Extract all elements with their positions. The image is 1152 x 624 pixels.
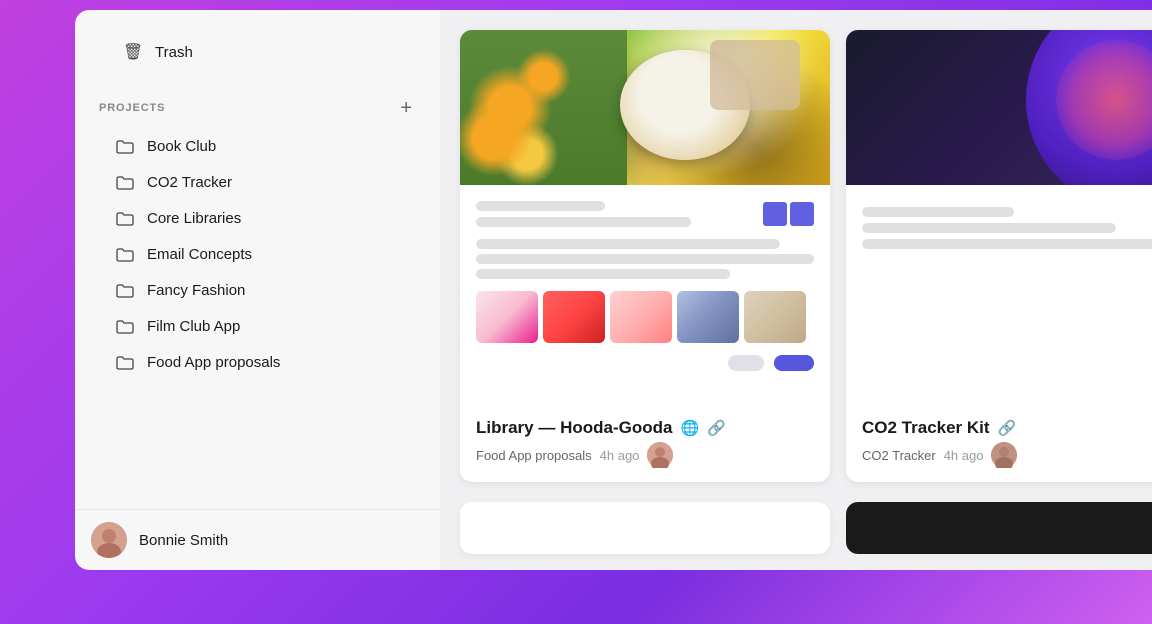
skeleton-header bbox=[476, 201, 814, 227]
bottom-card-right: 9:41 bbox=[846, 502, 1152, 554]
trash-icon: 🗑 bbox=[123, 42, 143, 62]
folder-icon bbox=[115, 140, 135, 154]
list-view-btn[interactable] bbox=[790, 202, 814, 226]
thumbnail[interactable] bbox=[744, 291, 806, 343]
card-project: Food App proposals bbox=[476, 448, 592, 463]
projects-label: PROJECTS bbox=[99, 102, 165, 114]
grid-view-btn[interactable] bbox=[763, 202, 787, 226]
card-time: 4h ago bbox=[944, 448, 984, 463]
main-content: Library — Hooda-Gooda 🌐 🔗 Food App propo… bbox=[440, 10, 1152, 570]
card-time: 4h ago bbox=[600, 448, 640, 463]
folder-icon bbox=[115, 320, 135, 334]
folder-icon bbox=[115, 284, 135, 298]
folder-icon bbox=[115, 212, 135, 226]
sidebar-item-core-libraries[interactable]: Core Libraries bbox=[91, 201, 424, 236]
secondary-button[interactable] bbox=[728, 355, 764, 371]
folder-icon bbox=[115, 176, 135, 190]
add-project-button[interactable]: + bbox=[396, 98, 416, 118]
card-image-food bbox=[460, 30, 830, 185]
thumbnail-strip bbox=[476, 291, 814, 343]
skeleton-line bbox=[862, 223, 1116, 233]
card-title-row: Library — Hooda-Gooda 🌐 🔗 bbox=[476, 418, 814, 438]
author-avatar bbox=[991, 442, 1017, 468]
thumbnail[interactable] bbox=[543, 291, 605, 343]
folder-icon bbox=[115, 356, 135, 370]
skeleton-line bbox=[476, 217, 691, 227]
skeleton-line bbox=[476, 201, 605, 211]
sidebar-item-label: Book Club bbox=[147, 138, 216, 155]
skeleton-line bbox=[862, 207, 1014, 217]
cards-grid: Library — Hooda-Gooda 🌐 🔗 Food App propo… bbox=[440, 10, 1152, 502]
sidebar-item-label: CO2 Tracker bbox=[147, 174, 232, 191]
skeleton-line bbox=[476, 254, 814, 264]
card-co2-tracker-kit: CO2 Tracker Kit 🔗 CO2 Tracker 4h ago bbox=[846, 30, 1152, 482]
card-buttons bbox=[476, 355, 814, 371]
sidebar-item-food-app-proposals[interactable]: Food App proposals bbox=[91, 345, 424, 380]
sidebar: 🗑 Trash PROJECTS + Book Club CO2 Trac bbox=[75, 10, 440, 570]
card-image-co2 bbox=[846, 30, 1152, 185]
card-body bbox=[460, 185, 830, 410]
bottom-card-left bbox=[460, 502, 830, 554]
primary-button[interactable] bbox=[774, 355, 814, 371]
card-title: Library — Hooda-Gooda bbox=[476, 418, 672, 438]
sidebar-item-label: Fancy Fashion bbox=[147, 282, 245, 299]
skeleton-line bbox=[476, 239, 780, 249]
skeleton-line bbox=[476, 269, 730, 279]
sidebar-item-email-concepts[interactable]: Email Concepts bbox=[91, 237, 424, 272]
folder-icon bbox=[115, 248, 135, 262]
thumbnail[interactable] bbox=[677, 291, 739, 343]
card-title: CO2 Tracker Kit bbox=[862, 418, 990, 438]
globe-icon: 🌐 bbox=[680, 419, 699, 437]
view-toggle[interactable] bbox=[763, 202, 814, 226]
user-profile[interactable]: Bonnie Smith bbox=[75, 509, 440, 570]
card-footer: Library — Hooda-Gooda 🌐 🔗 Food App propo… bbox=[460, 410, 830, 482]
card-body bbox=[846, 185, 1152, 410]
sidebar-top: 🗑 Trash bbox=[75, 10, 440, 82]
card-title-row: CO2 Tracker Kit 🔗 bbox=[862, 418, 1152, 438]
app-container: 🗑 Trash PROJECTS + Book Club CO2 Trac bbox=[75, 10, 1152, 570]
bottom-cards: 9:41 bbox=[440, 502, 1152, 570]
sidebar-item-co2-tracker[interactable]: CO2 Tracker bbox=[91, 165, 424, 200]
card-library-hooda-gooda: Library — Hooda-Gooda 🌐 🔗 Food App propo… bbox=[460, 30, 830, 482]
sidebar-item-film-club-app[interactable]: Film Club App bbox=[91, 309, 424, 344]
sidebar-item-trash[interactable]: 🗑 Trash bbox=[99, 30, 416, 74]
projects-list: Book Club CO2 Tracker Core Libraries Ema… bbox=[75, 128, 440, 509]
thumbnail[interactable] bbox=[610, 291, 672, 343]
sidebar-item-label: Food App proposals bbox=[147, 354, 280, 371]
author-avatar bbox=[647, 442, 673, 468]
thumbnail[interactable] bbox=[476, 291, 538, 343]
card-meta: CO2 Tracker 4h ago bbox=[862, 442, 1152, 468]
avatar bbox=[91, 522, 127, 558]
card-meta: Food App proposals 4h ago bbox=[476, 442, 814, 468]
card-footer: CO2 Tracker Kit 🔗 CO2 Tracker 4h ago bbox=[846, 410, 1152, 482]
trash-label: Trash bbox=[155, 44, 193, 61]
link-icon: 🔗 bbox=[998, 419, 1017, 437]
sidebar-item-label: Email Concepts bbox=[147, 246, 252, 263]
card-project: CO2 Tracker bbox=[862, 448, 936, 463]
sidebar-item-label: Film Club App bbox=[147, 318, 240, 335]
sidebar-item-book-club[interactable]: Book Club bbox=[91, 129, 424, 164]
co2-visual bbox=[846, 30, 1152, 185]
sidebar-item-label: Core Libraries bbox=[147, 210, 241, 227]
projects-header: PROJECTS + bbox=[99, 98, 416, 118]
user-name: Bonnie Smith bbox=[139, 532, 228, 549]
projects-section: PROJECTS + bbox=[75, 82, 440, 128]
link-icon: 🔗 bbox=[707, 419, 726, 437]
skeleton-line bbox=[862, 239, 1152, 249]
food-photo bbox=[460, 30, 830, 185]
sidebar-item-fancy-fashion[interactable]: Fancy Fashion bbox=[91, 273, 424, 308]
